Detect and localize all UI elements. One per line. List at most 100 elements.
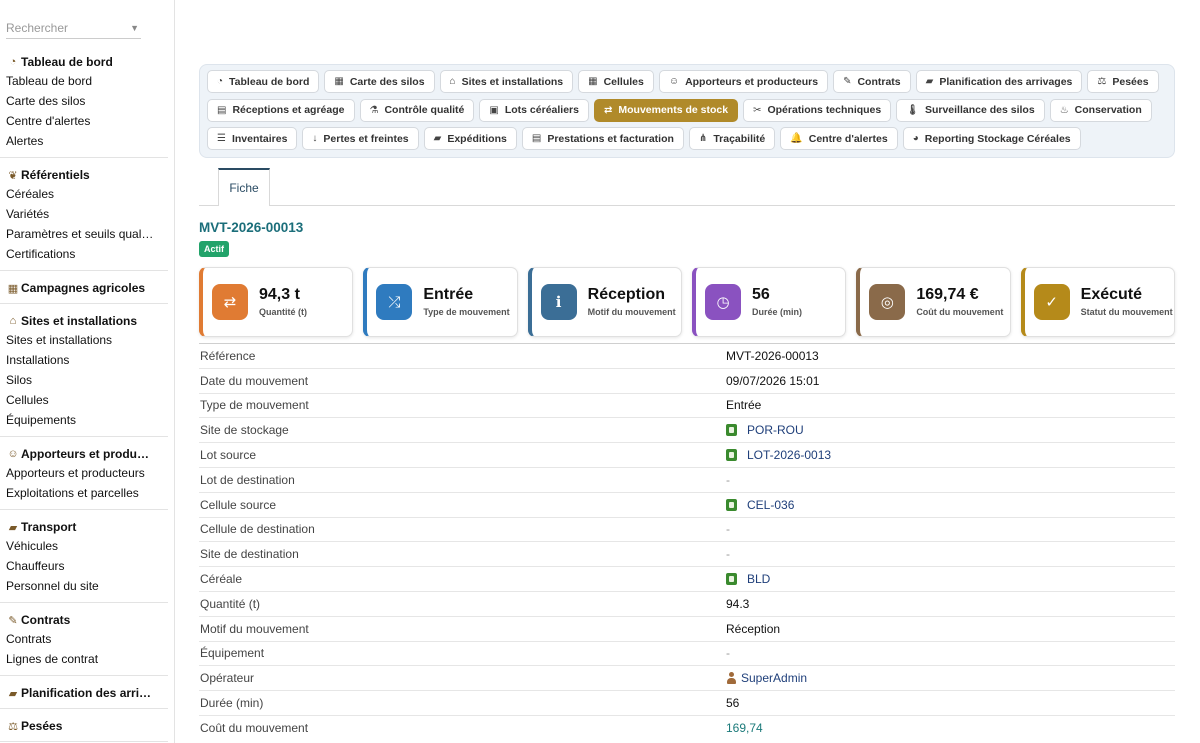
sidebar-item[interactable]: Céréales: [6, 184, 168, 204]
detail-row: Opérateur SuperAdmin: [199, 665, 1175, 691]
sidebar-section-title: Transport: [21, 520, 77, 534]
module-tab[interactable]: ⚗ Contrôle qualité: [359, 98, 475, 122]
module-tab[interactable]: ◕ Reporting Stockage Céréales: [902, 127, 1081, 151]
module-tab-label: Centre d'alertes: [808, 132, 888, 145]
detail-row: Quantité (t) 94.3: [199, 591, 1175, 616]
sidebar-item[interactable]: Centre d'alertes: [6, 111, 168, 131]
text-value: MVT-2026-00013: [726, 348, 819, 363]
module-tab-label: Carte des silos: [349, 75, 425, 88]
sidebar-section-header[interactable]: ▰ Planification des arri…: [6, 684, 168, 702]
module-tab[interactable]: ⋔ Traçabilité: [688, 127, 776, 151]
module-tab[interactable]: ☺ Apporteurs et producteurs: [658, 70, 829, 93]
sidebar-section-header[interactable]: ◔ Tableau de bord: [6, 53, 168, 71]
sidebar-section-title: Référentiels: [21, 168, 90, 182]
module-tab[interactable]: 🌡 Surveillance des silos: [896, 98, 1045, 122]
record-link[interactable]: CEL-036: [747, 498, 794, 512]
module-tab[interactable]: ⌂ Sites et installations: [439, 70, 574, 93]
detail-value: -: [726, 517, 1175, 542]
detail-label: Durée (min): [200, 696, 264, 711]
sidebar-section-title: Tableau de bord: [21, 55, 113, 69]
module-tab[interactable]: ▰ Expéditions: [423, 127, 517, 151]
module-tab-label: Mouvements de stock: [618, 104, 729, 117]
kpi-label: Quantité (t): [259, 307, 307, 317]
sidebar-item[interactable]: Silos: [6, 370, 168, 390]
kpi-value: 169,74 €: [916, 286, 979, 303]
detail-row: Site de destination -: [199, 541, 1175, 567]
sidebar-item[interactable]: Chauffeurs: [6, 556, 168, 576]
sidebar-item[interactable]: Apporteurs et producteurs: [6, 463, 168, 483]
record-link[interactable]: POR-ROU: [747, 423, 804, 437]
tab-fiche[interactable]: Fiche: [218, 168, 270, 206]
module-tab[interactable]: ▣ Lots céréaliers: [479, 98, 589, 122]
sidebar-item[interactable]: Certifications: [6, 244, 168, 264]
search-placeholder: Rechercher: [6, 20, 69, 35]
module-tab[interactable]: 🔔 Centre d'alertes: [780, 127, 898, 151]
search-select[interactable]: Rechercher ▼: [6, 17, 141, 39]
sidebar-section-header[interactable]: ▦ Campagnes agricoles: [6, 279, 168, 297]
module-tab[interactable]: ⚖ Pesées: [1087, 70, 1159, 93]
detail-label: Équipement: [200, 646, 265, 661]
sidebar-section-header[interactable]: ⌂ Sites et installations: [6, 312, 168, 330]
module-tab[interactable]: ▦ Cellules: [578, 70, 654, 93]
detail-value: Réception: [726, 616, 1175, 641]
kpi-label: Durée (min): [751, 307, 802, 317]
module-tab[interactable]: ▰ Planification des arrivages: [915, 70, 1083, 93]
record-link[interactable]: BLD: [747, 572, 770, 586]
kpi-cards: ⇄ 94,3 t Quantité (t) ⤮ Entrée Type de mouvem…: [199, 267, 1175, 337]
module-tab[interactable]: ♨ Conservation: [1049, 98, 1152, 122]
caret-down-icon[interactable]: ▼: [130, 23, 139, 33]
module-tab[interactable]: ✎ Contrats: [833, 70, 911, 93]
module-tab[interactable]: ▤ Réceptions et agréage: [207, 98, 355, 122]
user-link[interactable]: SuperAdmin: [741, 671, 807, 685]
thermometer-icon: 🌡: [906, 104, 919, 116]
module-tab[interactable]: ◔ Tableau de bord: [207, 70, 320, 93]
module-tab-label: Apporteurs et producteurs: [685, 75, 819, 88]
detail-value: -: [726, 467, 1175, 492]
detail-label: Site de stockage: [200, 423, 289, 438]
module-tab[interactable]: ⇄ Mouvements de stock: [593, 98, 739, 122]
sidebar-item[interactable]: Tableau de bord: [6, 71, 168, 91]
sidebar-item[interactable]: Carte des silos: [6, 91, 168, 111]
detail-row: Lot de destination -: [199, 467, 1175, 492]
empty-value: -: [726, 547, 730, 562]
sidebar-section-header[interactable]: ☺ Apporteurs et produ…: [6, 445, 168, 463]
sidebar-item[interactable]: Véhicules: [6, 536, 168, 556]
empty-value: -: [726, 472, 730, 487]
sidebar-item[interactable]: Variétés: [6, 204, 168, 224]
sidebar-item[interactable]: Alertes: [6, 131, 168, 151]
kpi-body: Réception Motif du mouvement: [588, 286, 676, 318]
kpi-value: 56: [751, 286, 770, 303]
module-tab[interactable]: ▦ Carte des silos: [324, 70, 435, 93]
scale-icon: ⚖: [8, 720, 18, 733]
empty-value: -: [726, 646, 730, 661]
sidebar-section-header[interactable]: ❦ Référentiels: [6, 166, 168, 184]
sidebar-item[interactable]: Sites et installations: [6, 330, 168, 350]
module-tab-label: Contrats: [857, 75, 901, 88]
record-link[interactable]: LOT-2026-0013: [747, 448, 831, 462]
module-tab[interactable]: ▤ Prestations et facturation: [521, 127, 684, 151]
list-icon: ☰: [217, 133, 226, 145]
sidebar-item[interactable]: Installations: [6, 350, 168, 370]
truck-icon: ▰: [8, 521, 18, 534]
sidebar-section-header[interactable]: ✎ Contrats: [6, 611, 168, 629]
sidebar-item[interactable]: Contrats: [6, 629, 168, 649]
detail-row: Date du mouvement 09/07/2026 15:01: [199, 368, 1175, 393]
sidebar-section-header[interactable]: ⚖ Pesées: [6, 717, 168, 735]
flask-icon: ⚗: [369, 104, 379, 116]
sidebar-nav: ◔ Tableau de bord Tableau de bord Carte des…: [0, 53, 174, 742]
kpi-body: 56 Durée (min): [752, 286, 802, 318]
module-tab[interactable]: ✂ Opérations techniques: [743, 98, 892, 122]
sidebar-item[interactable]: Équipements: [6, 410, 168, 430]
contract-icon: ✎: [843, 76, 852, 87]
record-link-icon: [726, 424, 737, 437]
sidebar-item[interactable]: Exploitations et parcelles: [6, 483, 168, 503]
sidebar-item[interactable]: Paramètres et seuils qual…: [6, 224, 168, 244]
module-tab[interactable]: ↓ Pertes et freintes: [302, 127, 419, 151]
check-circle-icon: ✓: [1033, 284, 1070, 320]
sidebar-item[interactable]: Lignes de contrat: [6, 649, 168, 669]
module-tab[interactable]: ☰ Inventaires: [207, 127, 298, 151]
sidebar-item[interactable]: Personnel du site: [6, 576, 168, 596]
sidebar-item[interactable]: Cellules: [6, 390, 168, 410]
sidebar-section-header[interactable]: ▰ Transport: [6, 518, 168, 536]
detail-value: MVT-2026-00013: [726, 344, 1175, 369]
